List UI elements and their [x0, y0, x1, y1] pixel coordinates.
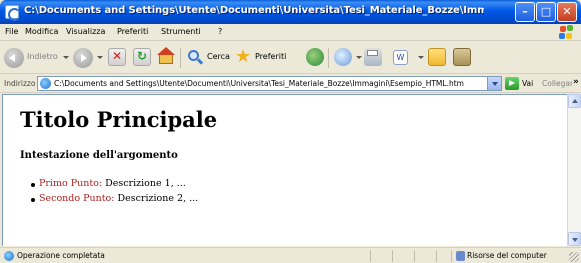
status-divider: [451, 250, 452, 262]
address-dropdown-icon[interactable]: [487, 77, 501, 90]
toolbar: Indietro ✕ ↻ Cerca ★ Preferiti W: [0, 42, 581, 74]
menu-file[interactable]: File: [5, 27, 18, 36]
back-button-label[interactable]: Indietro: [27, 52, 58, 61]
research-icon[interactable]: [453, 48, 471, 66]
list-item: Primo Punto: Descrizione 1, ...: [30, 178, 198, 193]
menu-preferiti[interactable]: Preferiti: [117, 27, 148, 36]
status-bar: Operazione completata Risorse del comput…: [0, 247, 581, 263]
close-button[interactable]: ✕: [557, 2, 577, 22]
mail-dropdown-icon[interactable]: [356, 56, 362, 59]
status-page-icon: [4, 251, 14, 261]
maximize-button[interactable]: □: [536, 2, 556, 22]
go-button-label[interactable]: Vai: [522, 79, 533, 88]
links-label[interactable]: Collegamenti: [542, 79, 572, 88]
windows-logo-icon: [559, 25, 575, 40]
status-divider: [370, 250, 371, 262]
page-subheading: Intestazione dell'argomento: [20, 150, 178, 161]
menu-strumenti[interactable]: Strumenti: [161, 27, 201, 36]
status-text: Operazione completata: [17, 251, 105, 260]
status-divider: [392, 250, 393, 262]
resize-grip-icon[interactable]: [569, 252, 579, 262]
stop-icon[interactable]: ✕: [108, 48, 126, 66]
page-content: Titolo Principale Intestazione dell'argo…: [2, 94, 567, 246]
menu-help[interactable]: ?: [218, 27, 222, 36]
list-item: Secondo Punto: Descrizione 2, ...: [30, 193, 199, 208]
scroll-down-button[interactable]: [568, 232, 581, 246]
edit-dropdown-icon[interactable]: [418, 56, 424, 59]
list-item-term: Secondo Punto:: [39, 193, 115, 204]
list-item-description: Descrizione 1, ...: [102, 178, 186, 189]
scroll-up-button[interactable]: [568, 94, 581, 108]
print-icon[interactable]: [364, 48, 382, 66]
menu-modifica[interactable]: Modifica: [25, 27, 58, 36]
history-icon[interactable]: [306, 48, 324, 66]
bullet-list: Primo Punto: Descrizione 1, ... Secondo …: [30, 178, 199, 208]
refresh-icon[interactable]: ↻: [133, 48, 151, 66]
address-input[interactable]: C:\Documents and Settings\Utente\Documen…: [37, 76, 502, 91]
home-icon[interactable]: [157, 47, 175, 66]
menu-visualizza[interactable]: Visualizza: [66, 27, 105, 36]
status-divider: [414, 250, 415, 262]
list-item-term: Primo Punto:: [39, 178, 103, 189]
internet-explorer-icon: [5, 5, 21, 21]
window-title: C:\Documents and Settings\Utente\Documen…: [24, 5, 484, 16]
minimize-button[interactable]: –: [515, 2, 535, 22]
vertical-scrollbar[interactable]: [567, 94, 581, 246]
favorites-button-label[interactable]: Preferiti: [255, 52, 286, 61]
forward-arrow-icon[interactable]: [73, 48, 93, 68]
back-dropdown-icon[interactable]: [63, 56, 69, 59]
page-heading: Titolo Principale: [20, 107, 218, 132]
page-icon: [40, 78, 51, 89]
folder-icon[interactable]: [428, 48, 446, 66]
list-item-description: Descrizione 2, ...: [114, 193, 199, 204]
forward-dropdown-icon[interactable]: [97, 56, 103, 59]
title-bar[interactable]: C:\Documents and Settings\Utente\Documen…: [0, 0, 581, 24]
toolbar-separator: [180, 48, 181, 68]
menu-bar: File Modifica Visualizza Preferiti Strum…: [0, 24, 581, 41]
mail-icon[interactable]: [334, 48, 352, 66]
toolbar-separator: [328, 48, 329, 68]
browser-window: C:\Documents and Settings\Utente\Documen…: [0, 0, 581, 263]
search-button-label[interactable]: Cerca: [207, 52, 230, 61]
computer-zone-icon: [456, 251, 465, 261]
favorites-star-icon[interactable]: ★: [235, 48, 253, 66]
word-edit-icon[interactable]: W: [393, 50, 408, 65]
search-icon[interactable]: [186, 48, 204, 66]
address-label: Indirizzo: [4, 79, 36, 88]
back-arrow-icon[interactable]: [4, 48, 24, 68]
links-more-icon[interactable]: »: [573, 77, 579, 87]
address-bar: Indirizzo C:\Documents and Settings\Uten…: [0, 75, 581, 93]
go-arrow-icon[interactable]: [505, 77, 519, 90]
address-value[interactable]: C:\Documents and Settings\Utente\Documen…: [54, 79, 484, 88]
security-zone-label: Risorse del computer: [467, 251, 547, 260]
status-divider: [436, 250, 437, 262]
